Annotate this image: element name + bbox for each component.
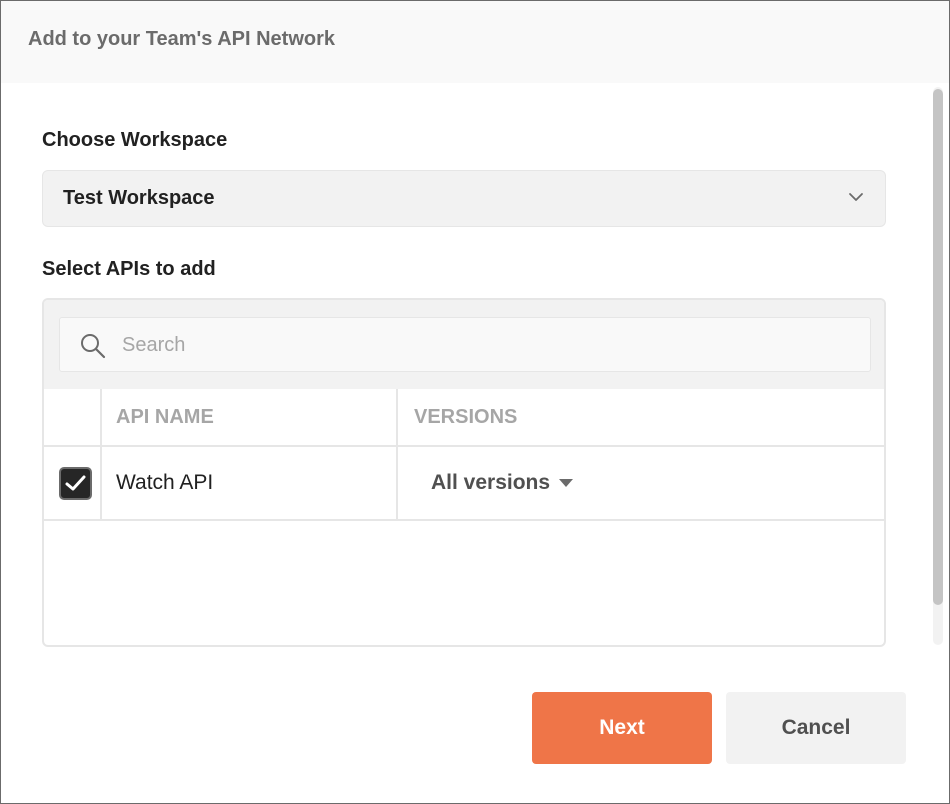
- table-header-row: API NAME VERSIONS: [44, 389, 884, 447]
- select-apis-label: Select APIs to add: [42, 258, 216, 280]
- dialog-header: Add to your Team's API Network: [1, 1, 949, 83]
- add-to-api-network-dialog: Add to your Team's API Network Choose Wo…: [0, 0, 950, 804]
- header-api-name: API NAME: [102, 389, 398, 445]
- table-row: Watch API All versions: [44, 447, 884, 521]
- header-checkbox-cell: [44, 389, 102, 445]
- row-checkbox-cell: [44, 447, 102, 519]
- chevron-down-icon: [849, 193, 863, 201]
- api-checkbox[interactable]: [59, 467, 92, 500]
- workspace-selected-value: Test Workspace: [63, 187, 215, 209]
- workspace-select[interactable]: Test Workspace: [42, 170, 886, 227]
- choose-workspace-label: Choose Workspace: [42, 129, 228, 151]
- cancel-button[interactable]: Cancel: [726, 692, 906, 764]
- next-button[interactable]: Next: [532, 692, 712, 764]
- search-icon: [81, 334, 106, 359]
- api-name: Watch API: [116, 471, 214, 494]
- header-versions: VERSIONS: [398, 389, 884, 445]
- search-field[interactable]: [59, 317, 871, 372]
- checkmark-icon: [65, 475, 86, 491]
- column-header-api-name: API NAME: [116, 406, 214, 428]
- scrollbar-thumb[interactable]: [933, 89, 943, 605]
- search-area: [44, 300, 884, 389]
- api-selection-panel: API NAME VERSIONS Watch API: [42, 298, 886, 647]
- search-input[interactable]: [122, 328, 842, 362]
- column-header-versions: VERSIONS: [414, 406, 518, 428]
- caret-down-icon: [559, 479, 574, 487]
- row-api-name-cell: Watch API: [102, 447, 398, 519]
- versions-dropdown[interactable]: All versions: [431, 471, 574, 495]
- dialog-title: Add to your Team's API Network: [28, 28, 336, 50]
- versions-dropdown-label: All versions: [431, 471, 551, 494]
- row-versions-cell: All versions: [398, 447, 884, 519]
